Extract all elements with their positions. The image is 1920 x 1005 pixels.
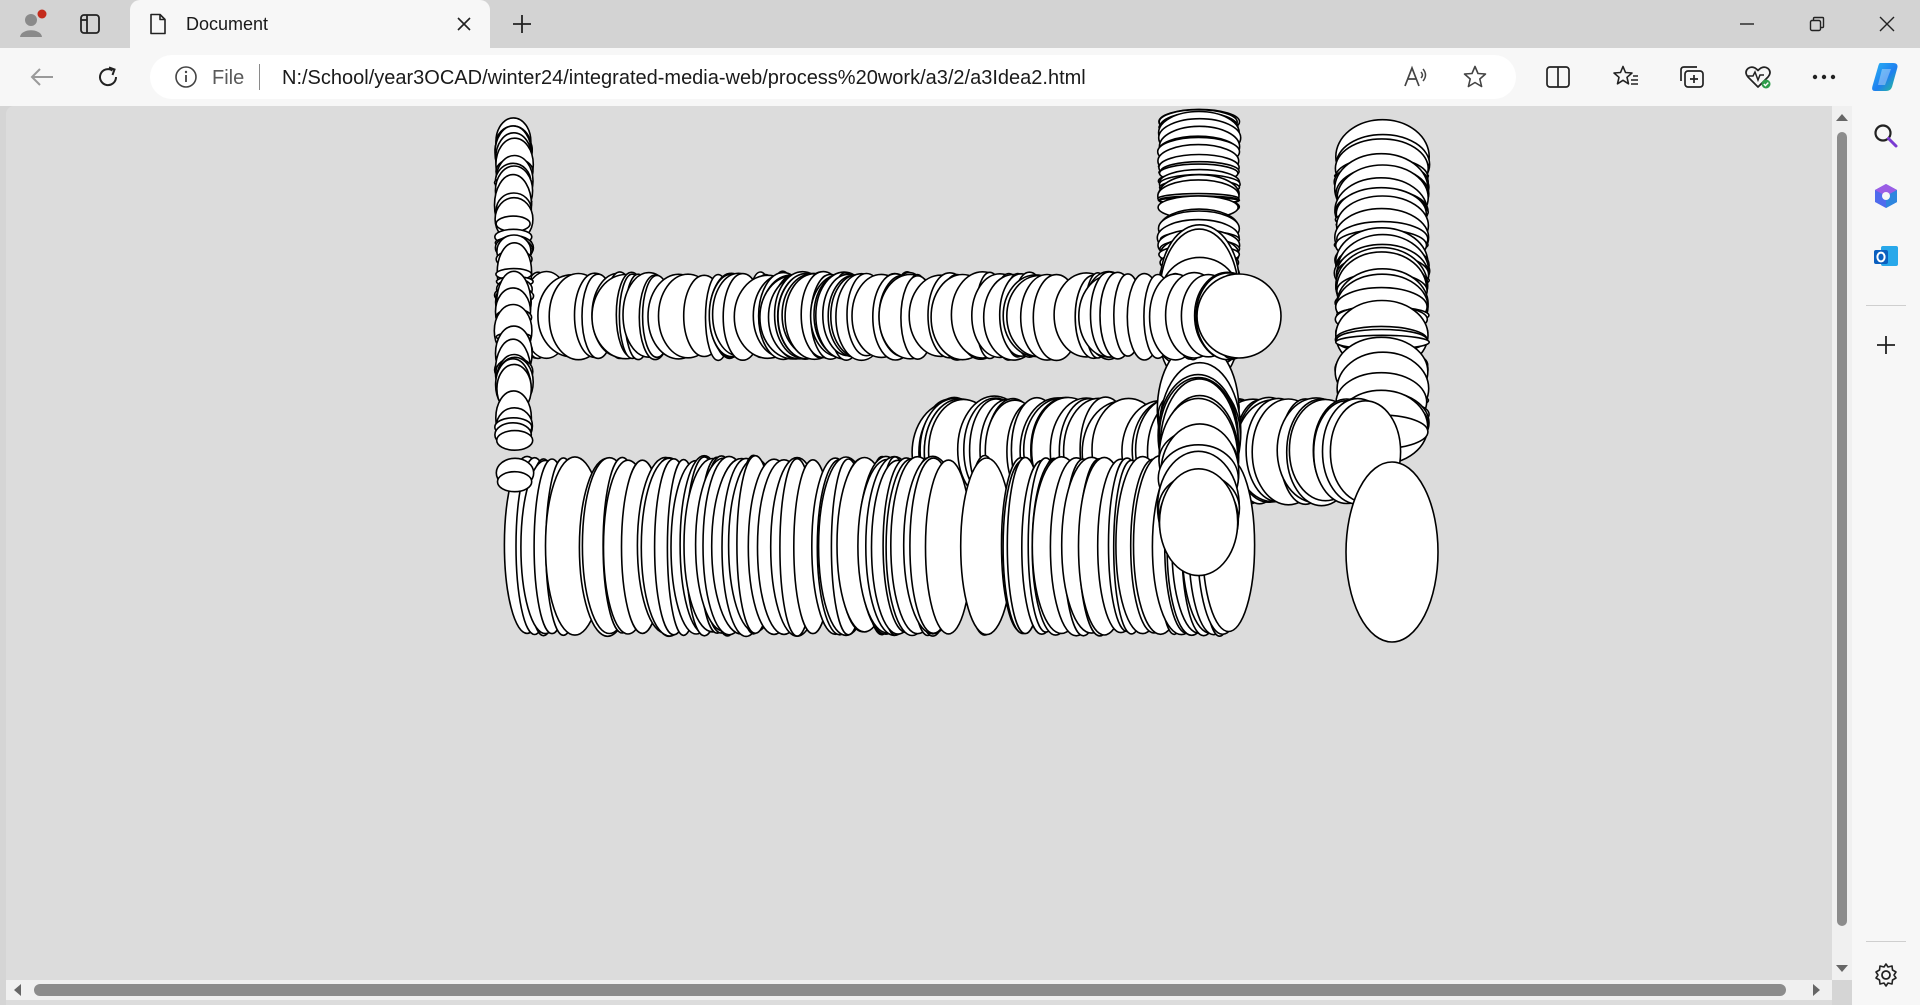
notification-dot [37,9,47,19]
favorites-button[interactable] [1606,58,1646,96]
browser-essentials-button[interactable] [1738,58,1778,96]
scroll-right-arrow-icon[interactable] [1806,980,1826,1000]
ellipse-shape [1196,273,1282,359]
horizontal-scroll-thumb[interactable] [34,984,1786,996]
search-icon [1874,124,1898,148]
tab-strip: Document [0,0,1920,48]
sidebar-settings-button[interactable] [1866,955,1906,995]
split-screen-icon [1546,66,1570,88]
more-options-button[interactable] [1804,58,1844,96]
close-icon [457,17,471,31]
document-icon [150,13,166,35]
split-screen-button[interactable] [1538,58,1578,96]
heart-pulse-icon [1745,66,1771,89]
back-button[interactable] [22,58,62,96]
copilot-button[interactable] [1866,58,1906,96]
add-favorite-icon[interactable] [1462,64,1488,90]
tab-title: Document [186,14,269,34]
sidebar-office-button[interactable] [1866,176,1906,216]
copilot-icon [1872,63,1898,91]
vertical-scrollbar[interactable] [1832,106,1852,980]
scroll-down-arrow-icon[interactable] [1832,958,1852,978]
scroll-left-arrow-icon[interactable] [8,980,28,1000]
browser-toolbar: File N:/School/year3OCAD/winter24/integr… [0,48,1920,106]
profile-avatar-icon [20,9,47,37]
sidebar-divider [1866,305,1906,306]
vertical-scroll-thumb[interactable] [1837,132,1847,926]
sidebar-search-button[interactable] [1866,116,1906,156]
scroll-up-arrow-icon[interactable] [1832,108,1852,128]
plus-icon [1877,336,1895,354]
outlook-icon [1874,246,1898,266]
new-tab-button[interactable] [502,6,542,42]
edge-sidebar [1852,106,1920,1005]
ellipse-shape [1158,468,1239,577]
address-prefix: File [212,67,245,89]
close-window-button[interactable] [1852,0,1920,48]
minimize-icon [1740,23,1754,25]
ellipse-artwork [493,108,1439,643]
collections-icon [1680,66,1704,88]
microsoft365-icon [1875,184,1897,208]
vertical-tabs-icon [80,14,100,34]
ellipse-shape [496,470,533,493]
ellipse-shape [495,429,534,452]
back-arrow-icon [30,68,53,86]
tab-document[interactable]: Document [130,0,490,48]
minimize-button[interactable] [1712,0,1782,48]
sidebar-outlook-button[interactable] [1866,236,1906,276]
restore-button[interactable] [1782,0,1852,48]
refresh-icon [99,66,118,87]
address-separator [259,64,260,90]
close-icon [1879,16,1895,32]
info-icon[interactable] [174,65,198,89]
collections-button[interactable] [1672,58,1712,96]
restore-icon [1809,16,1825,32]
favorites-icon [1613,65,1638,85]
address-bar[interactable]: File N:/School/year3OCAD/winter24/integr… [150,55,1516,99]
page-viewport [6,106,1832,1005]
plus-icon [513,15,531,33]
sidebar-add-button[interactable] [1866,325,1906,365]
url-text[interactable]: N:/School/year3OCAD/winter24/integrated-… [282,67,1086,90]
refresh-button[interactable] [88,58,128,96]
close-tab-button[interactable] [452,12,476,36]
profile-button[interactable] [12,6,52,42]
horizontal-scrollbar[interactable] [6,980,1832,1000]
ellipse-shape [1345,461,1439,643]
sidebar-divider [1866,941,1906,942]
more-dots-icon [1812,74,1836,80]
tab-actions-button[interactable] [70,6,110,42]
read-aloud-icon[interactable] [1402,64,1428,90]
gear-icon [1875,963,1897,987]
